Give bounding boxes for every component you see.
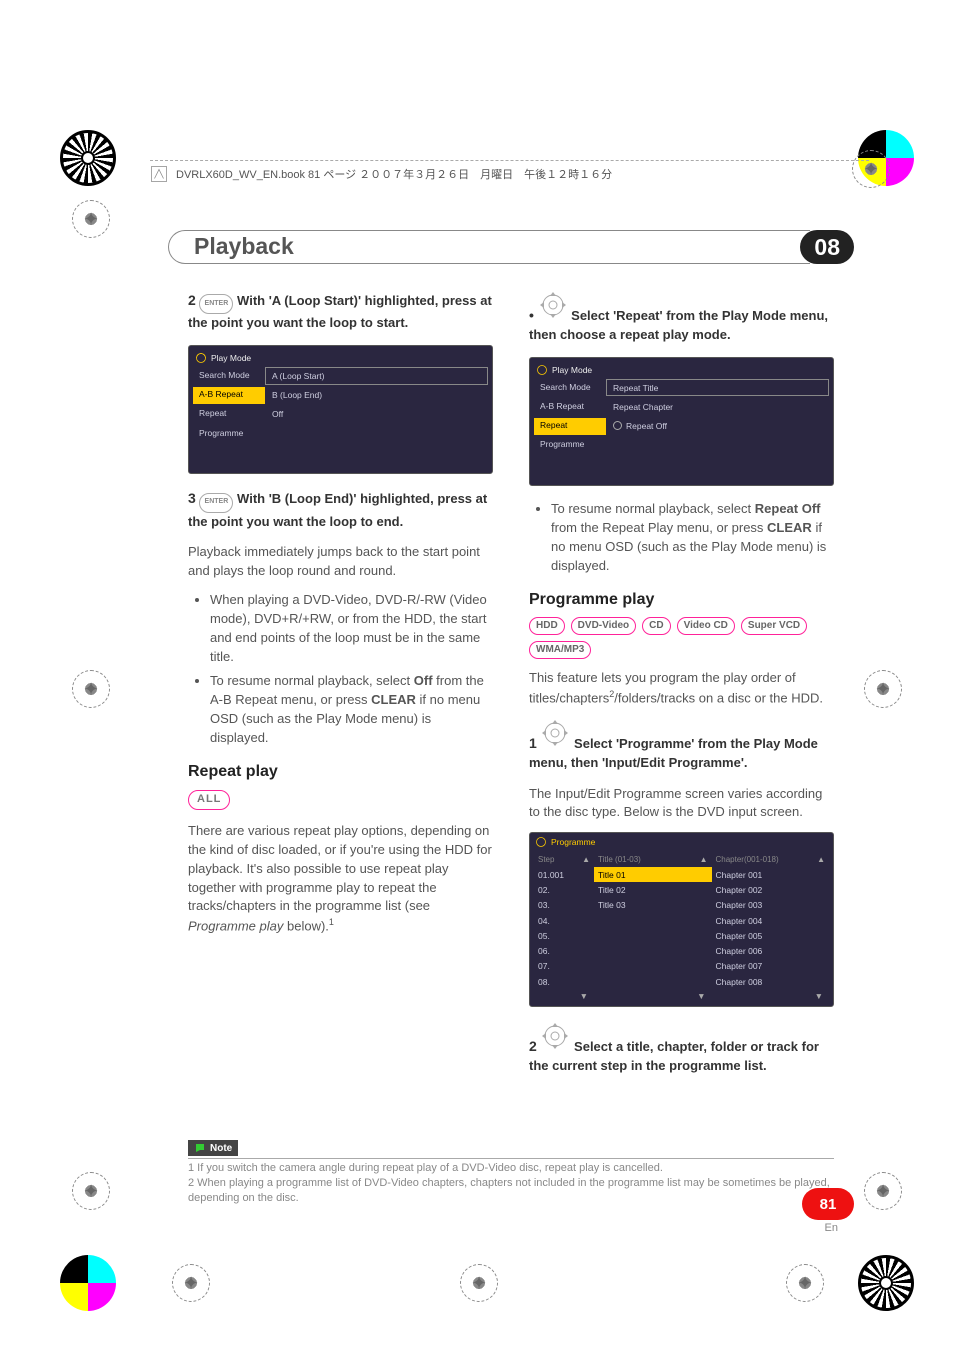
print-corner-bw-tl <box>60 130 116 186</box>
footnote-1: 1 If you switch the camera angle during … <box>188 1161 834 1176</box>
section-title: Playback <box>194 230 512 264</box>
print-corner-bw-br <box>858 1255 914 1311</box>
nav-pad-icon <box>540 1021 570 1051</box>
format-pill: HDD <box>529 617 565 635</box>
enter-button-icon: ENTER <box>199 294 233 314</box>
programme-step1-body: The Input/Edit Programme screen varies a… <box>529 785 834 823</box>
programme-icon <box>535 836 547 848</box>
crop-mark: ✦ <box>72 1172 110 1210</box>
programme-table: Programme Step▲ Title (01-03)▲ Chapter(0… <box>529 832 834 1007</box>
step-3-body: Playback immediately jumps back to the s… <box>188 543 493 581</box>
play-mode-icon <box>536 364 548 376</box>
programme-step1-instruction: 1 Select 'Programme' from the Play Mode … <box>529 718 834 773</box>
repeat-play-heading: Repeat play <box>188 760 493 783</box>
format-pill: DVD-Video <box>571 617 637 635</box>
crop-mark: ✦ <box>72 200 110 238</box>
nav-pad-icon <box>540 718 570 748</box>
framemaker-icon <box>150 165 168 183</box>
programme-step2-instruction: 2 Select a title, chapter, folder or tra… <box>529 1021 834 1076</box>
play-mode-menu-repeat: Play Mode Search ModeRepeat Title A-B Re… <box>529 357 834 487</box>
note-label: Note <box>188 1140 238 1156</box>
format-pill: Video CD <box>677 617 735 635</box>
list-item: To resume normal playback, select Off fr… <box>210 672 493 747</box>
note-icon <box>194 1142 206 1154</box>
list-item: When playing a DVD-Video, DVD-R/-RW (Vid… <box>210 591 493 666</box>
list-item: To resume normal playback, select Repeat… <box>551 500 834 575</box>
footnote-2: 2 When playing a programme list of DVD-V… <box>188 1176 834 1206</box>
crop-mark: ✦ <box>460 1264 498 1302</box>
crop-mark: ✦ <box>786 1264 824 1302</box>
right-column: • Select 'Repeat' from the Play Mode men… <box>529 290 834 1088</box>
select-repeat-instruction: • Select 'Repeat' from the Play Mode men… <box>529 290 834 345</box>
step-3-instruction: 3 ENTER With 'B (Loop End)' highlighted,… <box>188 488 493 531</box>
step-2-instruction: 2 ENTER With 'A (Loop Start)' highlighte… <box>188 290 493 333</box>
enter-button-icon: ENTER <box>199 493 233 513</box>
crop-mark: ✦ <box>172 1264 210 1302</box>
programme-intro: This feature lets you program the play o… <box>529 669 834 708</box>
format-all-pill: ALL <box>188 790 230 810</box>
crop-mark: ✦ <box>864 670 902 708</box>
step-3-bullets: When playing a DVD-Video, DVD-R/-RW (Vid… <box>188 591 493 748</box>
page-language: En <box>825 1222 838 1234</box>
play-mode-menu-ab: Play Mode Search ModeA (Loop Start) A-B … <box>188 345 493 475</box>
print-corner-cmyk-bl <box>60 1255 116 1311</box>
repeat-play-body: There are various repeat play options, d… <box>188 822 493 936</box>
page-number-badge: 81 <box>802 1188 854 1220</box>
left-column: 2 ENTER With 'A (Loop Start)' highlighte… <box>188 290 493 1088</box>
page-content: 2 ENTER With 'A (Loop Start)' highlighte… <box>188 290 834 1088</box>
book-meta-text: DVRLX60D_WV_EN.book 81 ページ ２００７年３月２６日 月曜… <box>176 166 612 182</box>
programme-play-heading: Programme play <box>529 588 834 611</box>
section-number-badge: 08 <box>800 230 854 264</box>
format-pills: HDD DVD-Video CD Video CD Super VCD WMA/… <box>529 617 834 659</box>
play-mode-icon <box>195 352 207 364</box>
nav-pad-icon <box>538 290 568 320</box>
format-pill: CD <box>642 617 670 635</box>
section-header: Playback 08 <box>168 230 854 264</box>
book-meta-bar: DVRLX60D_WV_EN.book 81 ページ ２００７年３月２６日 月曜… <box>150 160 869 184</box>
repeat-resume-bullet: To resume normal playback, select Repeat… <box>529 500 834 575</box>
crop-mark: ✦ <box>72 670 110 708</box>
footnotes: Note 1 If you switch the camera angle du… <box>188 1140 834 1206</box>
format-pill: Super VCD <box>741 617 807 635</box>
format-pill: WMA/MP3 <box>529 641 591 659</box>
crop-mark: ✦ <box>864 1172 902 1210</box>
